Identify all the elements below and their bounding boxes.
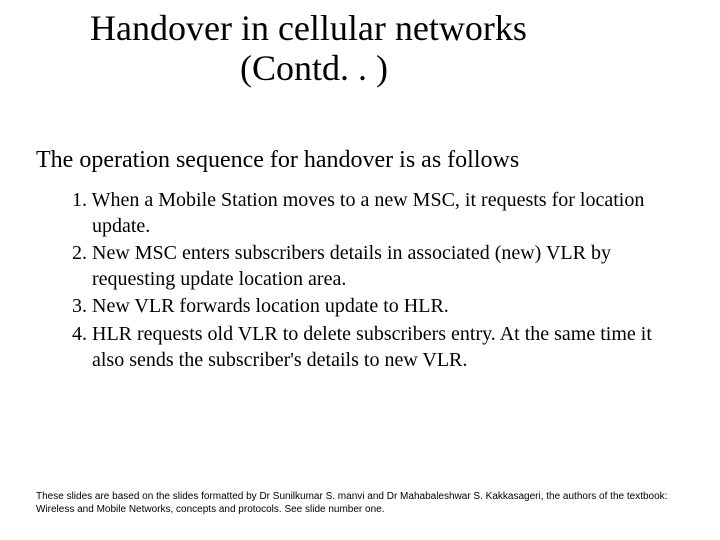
list-item: 4. HLR requests old VLR to delete subscr…	[72, 322, 672, 373]
slide: Handover in cellular networks (Contd. . …	[0, 0, 720, 540]
footer-credit: These slides are based on the slides for…	[36, 491, 684, 516]
slide-title: Handover in cellular networks (Contd. . …	[90, 8, 660, 89]
title-line-2: (Contd. . )	[90, 48, 660, 88]
list-item: 2. New MSC enters subscribers details in…	[72, 241, 672, 292]
intro-text: The operation sequence for handover is a…	[36, 147, 680, 175]
step-list: 1. When a Mobile Station moves to a new …	[72, 188, 672, 375]
list-item: 3. New VLR forwards location update to H…	[72, 294, 672, 320]
title-line-1: Handover in cellular networks	[90, 8, 527, 48]
list-item: 1. When a Mobile Station moves to a new …	[72, 188, 672, 239]
